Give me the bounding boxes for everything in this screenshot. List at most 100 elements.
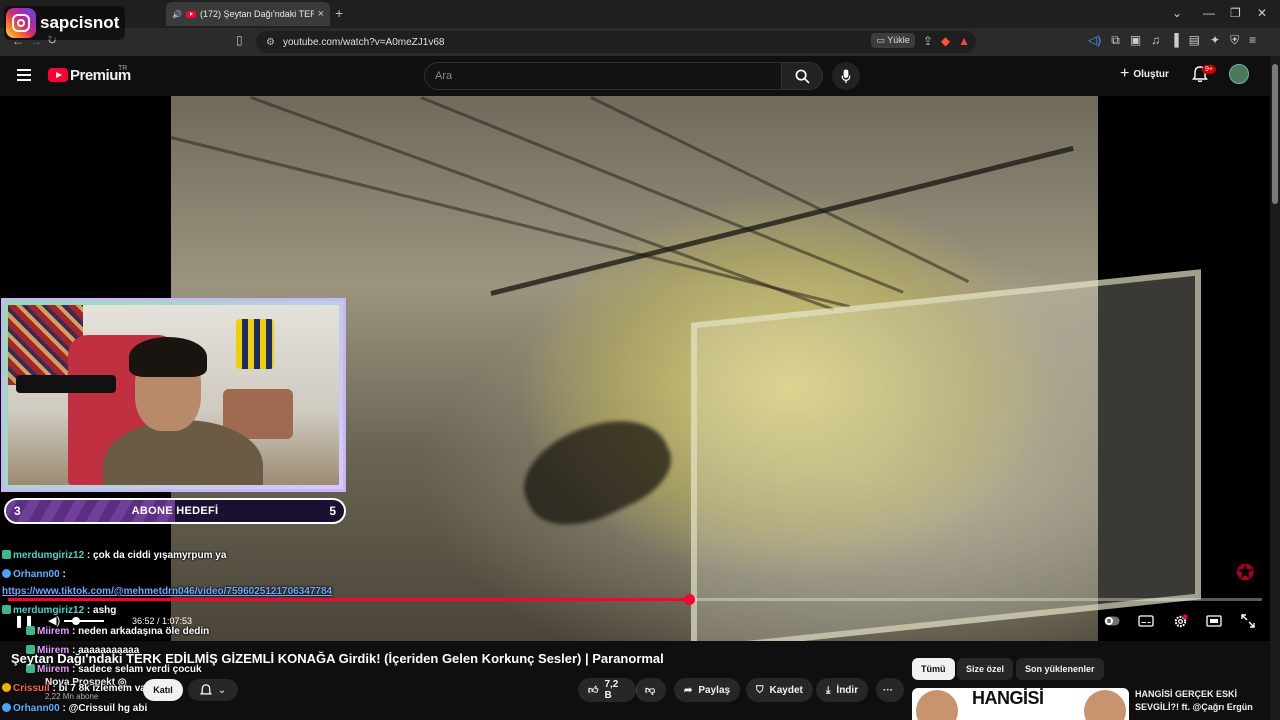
ceiling-plank bbox=[170, 136, 851, 309]
chat-separator: : bbox=[69, 626, 79, 637]
chat-separator: : bbox=[59, 569, 66, 580]
wallet-icon[interactable]: ▤ bbox=[1189, 33, 1200, 48]
scrollbar-thumb[interactable] bbox=[1272, 64, 1278, 204]
time-display: 36:52 / 1:07:53 bbox=[132, 616, 193, 626]
chip-all[interactable]: Tümü bbox=[912, 658, 955, 680]
tab-list-chevron-icon[interactable]: ⌄ bbox=[1172, 6, 1182, 20]
install-label: Yükle bbox=[887, 35, 910, 45]
site-info-icon[interactable]: ⚙ bbox=[266, 37, 275, 48]
screenshot-icon[interactable]: ▣ bbox=[1130, 33, 1141, 48]
goal-label: ABONE HEDEFİ bbox=[131, 505, 219, 517]
instagram-handle: sapcisnot bbox=[40, 13, 120, 32]
chat-username: Crissuil bbox=[13, 683, 50, 694]
restore-button[interactable]: ❐ bbox=[1230, 6, 1241, 20]
volume-slider-handle[interactable] bbox=[72, 617, 80, 625]
guide-menu-icon[interactable] bbox=[17, 69, 31, 81]
chat-text: neden arkadaşına öle dedin bbox=[78, 626, 210, 637]
miniplayer-icon[interactable] bbox=[1206, 614, 1222, 628]
install-app-button[interactable]: ▭ Yükle bbox=[871, 33, 915, 48]
subscription-bell-button[interactable]: ⌄ bbox=[188, 679, 238, 701]
chat-link[interactable]: https://www.tiktok.com/@mehmetdrn046/vid… bbox=[2, 586, 332, 597]
join-button[interactable]: Katıl bbox=[143, 679, 183, 701]
save-button[interactable]: ⛉ Kaydet bbox=[746, 678, 813, 702]
download-button[interactable]: ⤓ İndir bbox=[816, 678, 869, 702]
close-window-button[interactable]: ✕ bbox=[1257, 6, 1267, 20]
share-label: Paylaş bbox=[698, 684, 731, 696]
search-input[interactable]: Ara bbox=[424, 62, 782, 90]
webcam-feed bbox=[8, 305, 339, 485]
audio-playing-icon[interactable]: ◁) bbox=[1088, 33, 1101, 48]
new-tab-button[interactable]: + bbox=[335, 5, 343, 21]
chip-for-you[interactable]: Size özel bbox=[957, 658, 1014, 680]
create-button[interactable]: + Oluştur bbox=[1120, 65, 1169, 83]
chevron-down-icon: ⌄ bbox=[217, 684, 227, 696]
brave-rewards-icon[interactable]: ▲ bbox=[958, 34, 970, 48]
chat-message: merdumgiriz12 : çok da ciddi yışamyrpum … bbox=[2, 550, 226, 561]
ceiling-plank bbox=[420, 96, 904, 294]
fullscreen-icon[interactable] bbox=[1240, 614, 1256, 628]
progress-scrubber-handle[interactable] bbox=[683, 594, 695, 605]
url-field[interactable]: ⚙ youtube.com/watch?v=A0meZJ1v68 ▭ Yükle… bbox=[256, 31, 976, 53]
recommended-video-thumbnail[interactable]: HANGİSİ bbox=[912, 688, 1129, 720]
region-code: TR bbox=[118, 65, 128, 72]
chat-username: merdumgiriz12 bbox=[13, 550, 85, 561]
tab-title: (172) Şeytan Dağı'ndaki TERK bbox=[199, 9, 314, 19]
subscriber-goal-bar: 3 ABONE HEDEFİ 5 bbox=[4, 498, 346, 524]
share-arrow-icon: ➦ bbox=[684, 684, 693, 696]
instagram-logo-icon bbox=[6, 8, 36, 38]
minimize-button[interactable]: — bbox=[1203, 6, 1215, 20]
streamer-webcam bbox=[1, 298, 346, 492]
url-text: youtube.com/watch?v=A0meZJ1v68 bbox=[282, 36, 445, 48]
vpn-icon[interactable]: ⛨ bbox=[1230, 33, 1239, 48]
player-right-controls bbox=[1104, 613, 1256, 628]
chat-badge-icon bbox=[2, 703, 11, 712]
chat-message: merdumgiriz12 : ashg bbox=[2, 605, 116, 616]
page-scrollbar[interactable] bbox=[1270, 56, 1280, 720]
chip-recent-uploads[interactable]: Son yüklenenler bbox=[1016, 658, 1104, 680]
more-actions-button[interactable]: ··· bbox=[876, 678, 904, 702]
dislike-button[interactable]: 👎︎ bbox=[636, 678, 666, 702]
progress-bar[interactable] bbox=[8, 594, 1262, 605]
menu-icon[interactable]: ≡ bbox=[1249, 33, 1256, 48]
plus-icon: + bbox=[1120, 65, 1130, 82]
streamer-hair bbox=[129, 337, 207, 377]
chat-message: https://www.tiktok.com/@mehmetdrn046/vid… bbox=[2, 586, 332, 597]
settings-gear-icon[interactable] bbox=[1172, 613, 1188, 628]
browser-address-bar: ← → ↻ ▯ ⚙ youtube.com/watch?v=A0meZJ1v68… bbox=[0, 28, 1280, 56]
leo-ai-icon[interactable]: ✦ bbox=[1210, 33, 1220, 48]
more-dots-icon: ··· bbox=[883, 684, 893, 696]
search-button[interactable] bbox=[781, 62, 823, 90]
like-button[interactable]: 👍︎ 7,2 B bbox=[578, 678, 636, 702]
browser-tab-active[interactable]: 🔊 (172) Şeytan Dağı'ndaki TERK × bbox=[166, 2, 330, 26]
screen: 🔊 (172) Şeytan Dağı'ndaki TERK × + ⌄ — ❐… bbox=[0, 0, 1280, 720]
subtitles-icon[interactable] bbox=[1138, 614, 1154, 628]
tab-close-button[interactable]: × bbox=[318, 8, 324, 20]
chat-badge-icon bbox=[2, 550, 11, 559]
autoplay-toggle-icon[interactable] bbox=[1104, 614, 1120, 628]
extensions-icon[interactable]: ⧉ bbox=[1111, 33, 1120, 48]
voice-search-button[interactable] bbox=[832, 62, 860, 90]
thumbs-up-icon: 👍︎ bbox=[588, 685, 599, 696]
bookmark-save-icon: ⛉ bbox=[756, 684, 764, 696]
music-icon[interactable]: ♫ bbox=[1151, 33, 1160, 48]
url-actions: ▭ Yükle ⇪ ◆ ▲ bbox=[871, 33, 970, 48]
streamer bbox=[103, 337, 263, 485]
chat-message: Crissuil : bi 7 8k izlemem vardı bbox=[2, 683, 159, 694]
brave-shield-icon[interactable]: ◆ bbox=[941, 34, 950, 48]
download-icon: ⤓ bbox=[826, 684, 831, 696]
recommended-video-title[interactable]: HANGİSİ GERÇEK ESKİ SEVGİLİ?! ft. @Çağrı… bbox=[1135, 688, 1265, 714]
share-button[interactable]: ➦ Paylaş bbox=[674, 678, 741, 702]
sidebar-icon[interactable]: ▐ bbox=[1170, 33, 1179, 48]
account-avatar[interactable] bbox=[1229, 64, 1249, 84]
thumbnail-text: HANGİSİ bbox=[972, 688, 1044, 708]
ceiling-beam bbox=[490, 145, 1074, 296]
chat-message: Orhann00 : bbox=[2, 569, 66, 580]
bookmark-icon[interactable]: ▯ bbox=[236, 33, 243, 47]
microphone-icon bbox=[841, 68, 851, 83]
thumbnail-face bbox=[916, 690, 958, 720]
chat-message: Orhann00 : @Crissuil hg abi bbox=[2, 703, 147, 714]
chat-separator: : bbox=[59, 703, 69, 714]
share-icon[interactable]: ⇪ bbox=[923, 34, 933, 48]
youtube-logo-icon[interactable] bbox=[48, 68, 68, 82]
volume-slider[interactable] bbox=[64, 620, 104, 622]
